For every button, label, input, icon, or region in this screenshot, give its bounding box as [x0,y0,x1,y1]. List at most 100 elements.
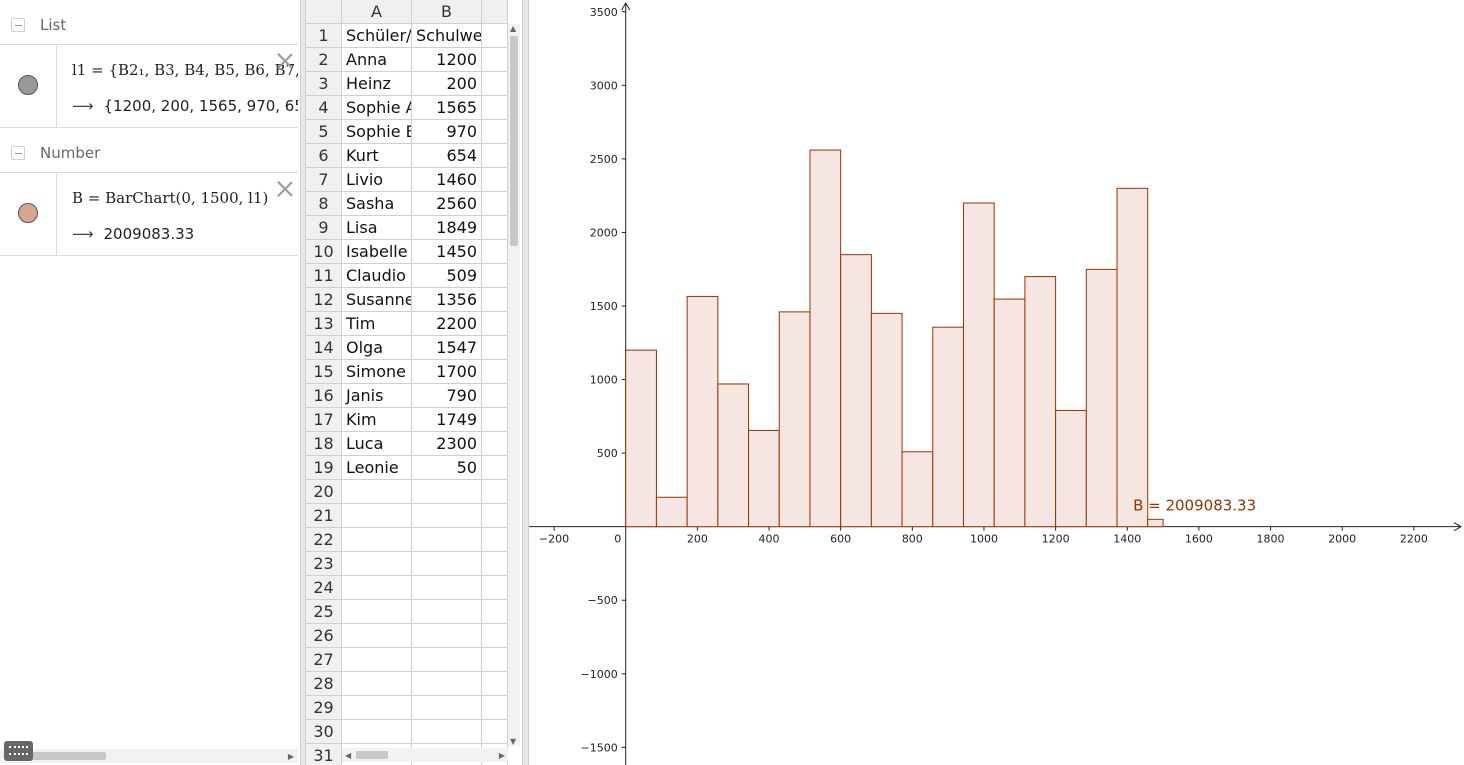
row-header[interactable]: 13 [306,312,342,336]
scroll-down-icon[interactable]: ▼ [510,737,516,746]
row-header[interactable]: 11 [306,264,342,288]
cell-a[interactable] [342,672,412,696]
row-header[interactable]: 3 [306,72,342,96]
cell-a[interactable] [342,576,412,600]
cell-b[interactable]: 1547 [412,336,482,360]
cell-b[interactable]: 2560 [412,192,482,216]
cell-a[interactable] [342,504,412,528]
cell-a[interactable]: Anna [342,48,412,72]
cell-b[interactable]: Schulweg [412,24,482,48]
horizontal-scrollbar[interactable]: ◀ ▶ [342,748,508,762]
cell-c[interactable] [482,720,508,744]
close-icon[interactable] [276,51,294,69]
cell-b[interactable]: 790 [412,384,482,408]
keyboard-icon[interactable] [4,741,33,761]
cell-b[interactable]: 1450 [412,240,482,264]
column-header-c[interactable] [482,0,508,24]
scroll-right-icon[interactable]: ▶ [499,751,505,760]
horizontal-scrollbar[interactable]: ▶ [0,749,298,763]
scroll-right-icon[interactable]: ▶ [288,752,294,761]
group-header-number[interactable]: Number [0,130,300,174]
cell-c[interactable] [482,672,508,696]
cell-b[interactable] [412,600,482,624]
visibility-marble-icon[interactable] [18,75,38,95]
cell-b[interactable]: 2200 [412,312,482,336]
visibility-marble-icon[interactable] [18,203,38,223]
cell-a[interactable]: Kim [342,408,412,432]
cell-a[interactable]: Schüler/in [342,24,412,48]
cell-b[interactable] [412,480,482,504]
row-header[interactable]: 31 [306,744,342,765]
row-header[interactable]: 19 [306,456,342,480]
cell-a[interactable] [342,648,412,672]
bar-chart[interactable]: −200 0 200 400 600 800 1000 1200 1400 1600 1800 200… [529,0,1464,765]
row-header[interactable]: 24 [306,576,342,600]
cell-c[interactable] [482,384,508,408]
row-header[interactable]: 7 [306,168,342,192]
cell-b[interactable]: 50 [412,456,482,480]
cell-b[interactable] [412,576,482,600]
cell-a[interactable]: Janis [342,384,412,408]
group-header-list[interactable]: List [0,2,300,46]
column-header-a[interactable]: A [342,0,412,24]
cell-c[interactable] [482,192,508,216]
cell-b[interactable] [412,720,482,744]
cell-c[interactable] [482,480,508,504]
item-definition[interactable]: l1 = {B2₁, B3, B4, B5, B6, B7, B8 [72,61,298,79]
cell-a[interactable]: Tim [342,312,412,336]
row-header[interactable]: 21 [306,504,342,528]
cell-c[interactable] [482,552,508,576]
cell-b[interactable] [412,504,482,528]
cell-a[interactable]: Leonie [342,456,412,480]
row-header[interactable]: 17 [306,408,342,432]
cell-c[interactable] [482,648,508,672]
cell-a[interactable]: Claudio [342,264,412,288]
cell-c[interactable] [482,336,508,360]
cell-a[interactable] [342,624,412,648]
cell-c[interactable] [482,96,508,120]
cell-c[interactable] [482,120,508,144]
cell-b[interactable]: 1565 [412,96,482,120]
row-header[interactable]: 2 [306,48,342,72]
algebra-item-l1[interactable]: l1 = {B2₁, B3, B4, B5, B6, B7, B8 ⟶ {1200… [0,44,298,128]
scroll-left-icon[interactable]: ◀ [345,751,351,760]
cell-a[interactable]: Sophie B [342,120,412,144]
cell-c[interactable] [482,72,508,96]
cell-a[interactable]: Lisa [342,216,412,240]
row-header[interactable]: 23 [306,552,342,576]
cell-b[interactable] [412,528,482,552]
row-header[interactable]: 28 [306,672,342,696]
row-header[interactable]: 20 [306,480,342,504]
item-definition[interactable]: B = BarChart(0, 1500, l1) [72,189,298,207]
row-header[interactable]: 18 [306,432,342,456]
panel-divider[interactable] [522,0,529,765]
cell-c[interactable] [482,504,508,528]
cell-a[interactable] [342,528,412,552]
cell-c[interactable] [482,144,508,168]
cell-b[interactable]: 1460 [412,168,482,192]
cell-a[interactable]: Simone [342,360,412,384]
cell-c[interactable] [482,264,508,288]
row-header[interactable]: 4 [306,96,342,120]
cell-a[interactable]: Susanne [342,288,412,312]
scrollbar-thumb[interactable] [30,752,106,760]
cell-b[interactable]: 1356 [412,288,482,312]
scroll-up-icon[interactable]: ▲ [510,24,516,33]
cell-b[interactable]: 1849 [412,216,482,240]
cell-b[interactable] [412,552,482,576]
row-header[interactable]: 27 [306,648,342,672]
row-header[interactable]: 30 [306,720,342,744]
cell-b[interactable]: 1700 [412,360,482,384]
cell-c[interactable] [482,456,508,480]
row-header[interactable]: 8 [306,192,342,216]
cell-b[interactable]: 200 [412,72,482,96]
row-header[interactable]: 16 [306,384,342,408]
cell-c[interactable] [482,528,508,552]
row-header[interactable]: 22 [306,528,342,552]
cell-b[interactable] [412,648,482,672]
cell-a[interactable] [342,600,412,624]
cell-c[interactable] [482,288,508,312]
vertical-scrollbar[interactable]: ▲ ▼ [508,24,520,746]
cell-b[interactable]: 509 [412,264,482,288]
cell-c[interactable] [482,408,508,432]
